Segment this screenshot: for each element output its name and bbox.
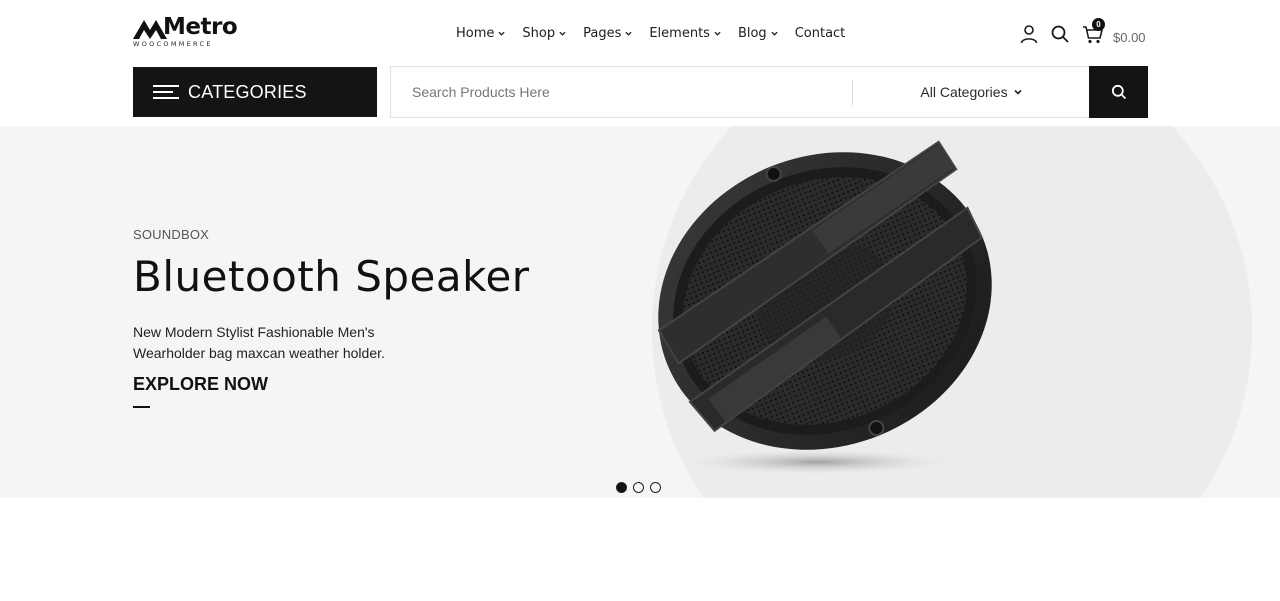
cart-button[interactable]: 0	[1082, 18, 1105, 45]
chevron-down-icon	[1014, 89, 1022, 95]
nav-item-label: Pages	[583, 26, 622, 41]
header-actions: 0 $0.00	[1019, 18, 1146, 46]
nav-item-home[interactable]: Home	[456, 26, 506, 41]
chevron-down-icon	[625, 31, 632, 36]
search-submit-button[interactable]	[1089, 66, 1148, 118]
categories-button[interactable]: CATEGORIES	[133, 67, 377, 117]
cart-total[interactable]: $0.00	[1113, 30, 1146, 45]
nav-item-blog[interactable]: Blog	[738, 26, 778, 41]
slide-dot-1[interactable]	[616, 482, 627, 493]
explore-now-link[interactable]: EXPLORE NOW	[133, 374, 268, 395]
category-select[interactable]: All Categories	[853, 67, 1089, 117]
category-select-value: All Categories	[920, 84, 1008, 100]
nav-item-label: Elements	[649, 26, 710, 41]
slide-dot-2[interactable]	[633, 482, 644, 493]
search-bar: All Categories	[390, 66, 1148, 118]
chevron-down-icon	[559, 31, 566, 36]
hero-slider: SOUNDBOX Bluetooth Speaker New Modern St…	[0, 126, 1280, 498]
nav-item-label: Contact	[794, 26, 846, 41]
nav-item-pages[interactable]: Pages	[583, 26, 632, 41]
hero-description: New Modern Stylist Fashionable Men's Wea…	[133, 324, 385, 361]
chevron-down-icon	[714, 31, 721, 36]
brand-logo[interactable]: Metro WOOCOMMERCE	[133, 14, 243, 50]
main-nav: Home Shop Pages Elements Blog Contact	[456, 26, 845, 41]
nav-item-label: Home	[456, 26, 495, 41]
hero-title: Bluetooth Speaker	[133, 252, 530, 301]
slider-pagination	[616, 482, 661, 493]
site-header: Metro WOOCOMMERCE Home Shop Pages Elemen…	[0, 0, 1280, 66]
nav-item-elements[interactable]: Elements	[649, 26, 721, 41]
logo-mountain-icon	[133, 20, 167, 39]
user-icon[interactable]	[1019, 24, 1039, 44]
nav-item-label: Shop	[522, 26, 556, 41]
chevron-down-icon	[498, 31, 506, 36]
brand-tagline: WOOCOMMERCE	[133, 40, 213, 48]
speaker-product-image	[657, 140, 992, 474]
nav-item-contact[interactable]: Contact	[795, 26, 846, 41]
cart-count-badge: 0	[1092, 18, 1105, 31]
nav-item-label: Blog	[737, 26, 767, 41]
search-icon[interactable]	[1050, 24, 1070, 44]
slide-dot-3[interactable]	[650, 482, 661, 493]
cta-underline	[133, 406, 150, 408]
hero-subtitle: SOUNDBOX	[133, 227, 210, 242]
chevron-down-icon	[771, 31, 778, 36]
nav-item-shop[interactable]: Shop	[522, 26, 566, 41]
search-input[interactable]	[391, 67, 852, 117]
brand-name: Metro	[163, 14, 238, 40]
hamburger-menu-icon	[153, 83, 179, 101]
categories-label: CATEGORIES	[188, 81, 307, 102]
search-icon	[1111, 84, 1126, 100]
